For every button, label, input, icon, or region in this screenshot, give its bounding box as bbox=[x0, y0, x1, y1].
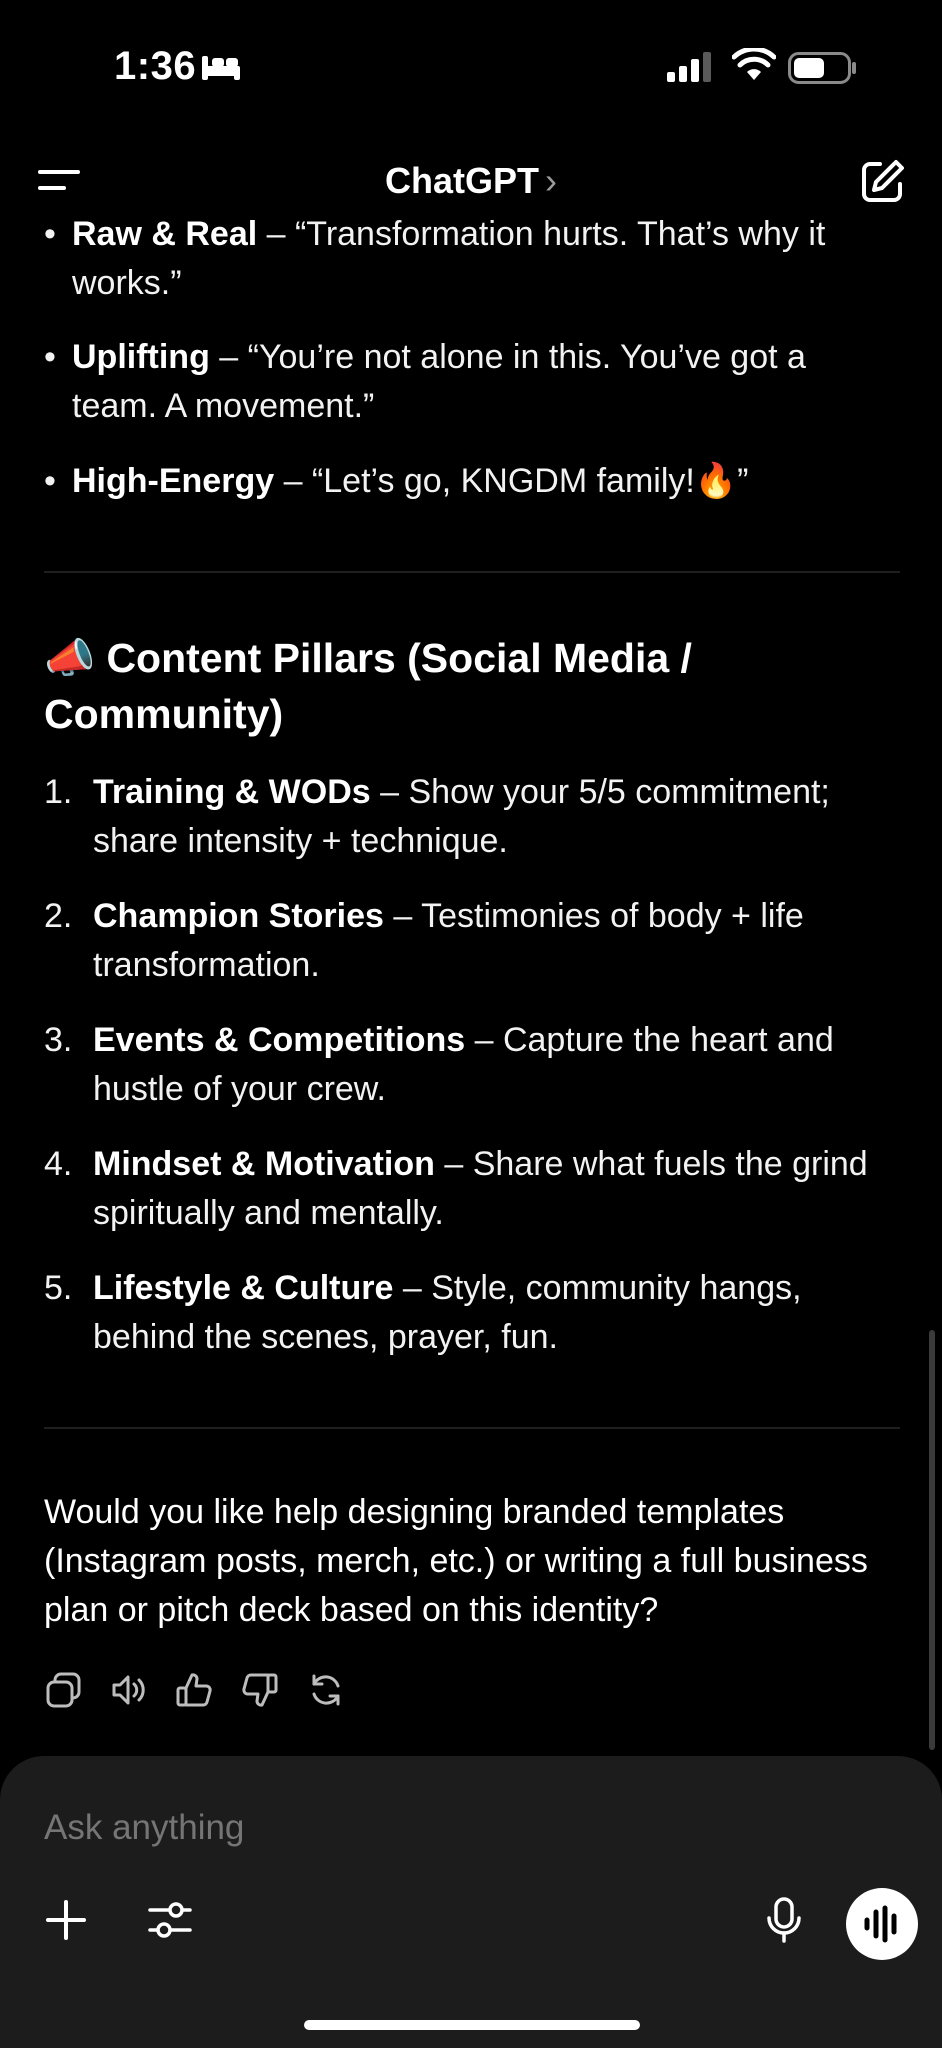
tools-icon[interactable] bbox=[148, 1898, 192, 1942]
wifi-icon bbox=[732, 48, 776, 80]
status-bar: 1:36 bbox=[0, 0, 942, 140]
section-divider bbox=[44, 571, 900, 573]
status-time: 1:36 bbox=[114, 44, 197, 88]
list-item-title: Uplifting bbox=[72, 338, 210, 376]
list-item-title: High-Energy bbox=[72, 462, 275, 500]
list-number: 2. bbox=[44, 897, 73, 935]
list-item: 4. Mindset & Motivation – Share what fue… bbox=[44, 1140, 904, 1238]
list-item: • Uplifting – “You’re not alone in this.… bbox=[44, 338, 806, 425]
list-number: 3. bbox=[44, 1021, 73, 1059]
list-item: 5. Lifestyle & Culture – Style, communit… bbox=[44, 1264, 904, 1362]
section-divider bbox=[44, 1427, 900, 1429]
bed-icon bbox=[202, 56, 240, 80]
battery-icon bbox=[788, 52, 856, 84]
signal-icon bbox=[667, 52, 711, 82]
thumbs-up-icon[interactable] bbox=[174, 1670, 214, 1710]
copy-icon[interactable] bbox=[44, 1670, 84, 1710]
compose-icon[interactable] bbox=[858, 158, 906, 206]
nav-title-text: ChatGPT bbox=[384, 160, 539, 201]
list-item: 2. Champion Stories – Testimonies of bod… bbox=[44, 892, 904, 990]
section-heading: 📣 Content Pillars (Social Media / Commun… bbox=[44, 635, 692, 737]
list-item: • Raw & Real – “Transformation hurts. Th… bbox=[44, 215, 826, 302]
thumbs-down-icon[interactable] bbox=[240, 1670, 280, 1710]
list-item: • High-Energy – “Let’s go, KNGDM family!… bbox=[44, 462, 749, 500]
chat-model-title[interactable]: ChatGPT › bbox=[0, 160, 942, 202]
list-number: 4. bbox=[44, 1145, 73, 1183]
list-item-title: Mindset & Motivation bbox=[93, 1145, 435, 1183]
list-number: 1. bbox=[44, 773, 73, 811]
list-item-title: Events & Competitions bbox=[93, 1021, 466, 1059]
voice-mode-button[interactable] bbox=[846, 1888, 918, 1960]
list-item: 1. Training & WODs – Show your 5/5 commi… bbox=[44, 768, 904, 866]
home-indicator bbox=[304, 2020, 640, 2030]
plus-icon[interactable] bbox=[44, 1898, 88, 1942]
list-item-title: Training & WODs bbox=[93, 773, 371, 811]
top-nav-bar: ChatGPT › bbox=[0, 140, 942, 220]
speaker-icon[interactable] bbox=[108, 1670, 148, 1710]
list-item-title: Champion Stories bbox=[93, 897, 384, 935]
regenerate-icon[interactable] bbox=[306, 1670, 346, 1710]
scrollbar[interactable] bbox=[929, 1330, 935, 1750]
chevron-right-icon: › bbox=[545, 160, 557, 201]
mic-icon[interactable] bbox=[764, 1896, 804, 1944]
composer bbox=[0, 1756, 942, 2048]
list-item-text: – “Let’s go, KNGDM family!🔥” bbox=[274, 462, 749, 500]
followup-question: Would you like help designing branded te… bbox=[44, 1493, 868, 1629]
message-input[interactable] bbox=[44, 1800, 744, 1856]
list-item: 3. Events & Competitions – Capture the h… bbox=[44, 1016, 904, 1114]
list-item-title: Lifestyle & Culture bbox=[93, 1269, 394, 1307]
list-number: 5. bbox=[44, 1269, 73, 1307]
voice-mode-icon bbox=[864, 1905, 897, 1943]
list-item-title: Raw & Real bbox=[72, 215, 258, 253]
